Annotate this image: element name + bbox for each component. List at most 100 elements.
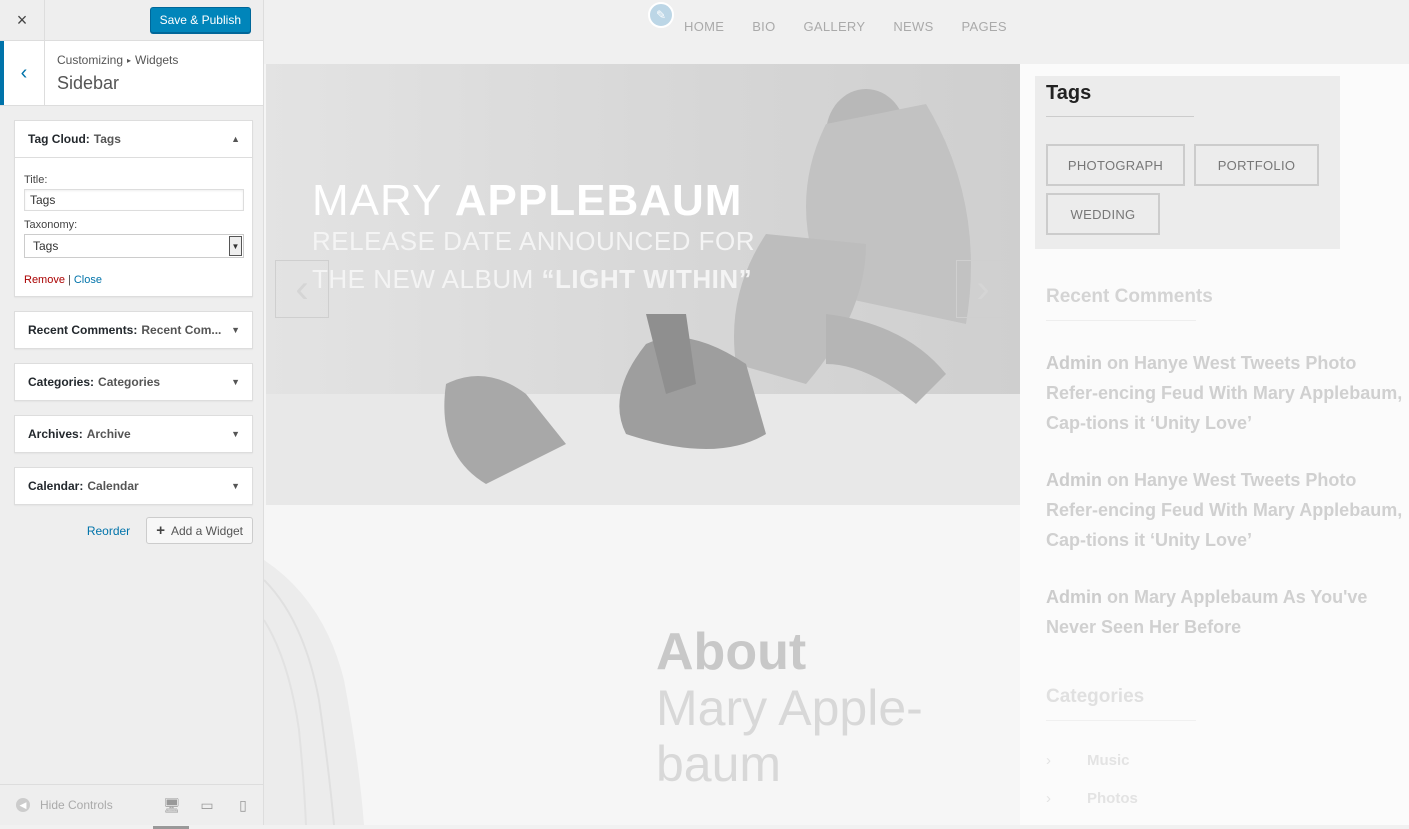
widget-type: Archives bbox=[28, 427, 79, 441]
tag-wedding[interactable]: WEDDING bbox=[1046, 193, 1160, 235]
hero-line-2: THE NEW ALBUM “LIGHT WITHIN” bbox=[312, 264, 752, 295]
nav-gallery[interactable]: GALLERY bbox=[804, 19, 866, 34]
customizer-footer: ◀ Hide Controls 🖥 ▭ ▯ bbox=[0, 784, 263, 829]
category-label: Music bbox=[1087, 752, 1130, 769]
about-portrait-image bbox=[264, 560, 364, 825]
save-publish-button[interactable]: Save & Publish bbox=[149, 7, 251, 33]
nav-pages[interactable]: PAGES bbox=[962, 19, 1007, 34]
breadcrumb-separator-icon: ▸ bbox=[127, 56, 132, 65]
hero-title-bold: APPLEBAUM bbox=[454, 176, 743, 225]
widget-title: Calendar bbox=[87, 479, 139, 493]
comment-author[interactable]: Admin bbox=[1046, 587, 1102, 607]
close-icon[interactable]: × bbox=[0, 0, 45, 40]
site-preview: ✎ HOME BIO GALLERY NEWS PAGES MARY APPLE… bbox=[264, 0, 1409, 825]
hero-slider: MARY APPLEBAUM RELEASE DATE ANNOUNCED FO… bbox=[266, 64, 1020, 505]
widget-calendar[interactable]: Calendar: Calendar ▼ bbox=[14, 467, 253, 505]
widget-footer: Reorder + Add a Widget bbox=[0, 517, 253, 544]
tags-widget[interactable]: Tags PHOTOGRAPH PORTFOLIO WEDDING bbox=[1035, 76, 1340, 249]
desktop-icon[interactable]: 🖥 bbox=[153, 797, 189, 829]
category-item-music[interactable]: › Music bbox=[1046, 752, 1130, 769]
collapse-arrow-icon[interactable]: ▲ bbox=[231, 134, 240, 144]
expand-arrow-icon[interactable]: ▼ bbox=[231, 325, 240, 335]
plus-icon: + bbox=[156, 522, 165, 539]
comment-on: on bbox=[1107, 353, 1130, 373]
chevron-right-icon: › bbox=[1046, 752, 1051, 769]
back-arrow-icon[interactable]: ‹ bbox=[0, 41, 45, 105]
widget-categories[interactable]: Categories: Categories ▼ bbox=[14, 363, 253, 401]
remove-link[interactable]: Remove bbox=[24, 274, 65, 286]
hide-controls-label: Hide Controls bbox=[40, 798, 113, 812]
site-navigation: ✎ HOME BIO GALLERY NEWS PAGES bbox=[264, 0, 1409, 64]
widget-title: Tags bbox=[93, 132, 121, 146]
customizer-panel: × Save & Publish ‹ Customizing ▸ Widgets S… bbox=[0, 0, 264, 829]
widget-type: Recent Comments bbox=[28, 323, 134, 337]
hide-controls-button[interactable]: ◀ Hide Controls bbox=[16, 798, 113, 812]
taxonomy-value: Tags bbox=[33, 239, 59, 253]
taxonomy-select[interactable]: Tags ▼ bbox=[24, 234, 244, 258]
add-widget-label: Add a Widget bbox=[170, 523, 243, 538]
nav-bio[interactable]: BIO bbox=[752, 19, 775, 34]
comment-on: on bbox=[1107, 587, 1130, 607]
nav-home[interactable]: HOME bbox=[684, 19, 724, 34]
expand-arrow-icon[interactable]: ▼ bbox=[231, 481, 240, 491]
taxonomy-label: Taxonomy: bbox=[24, 219, 78, 231]
expand-arrow-icon[interactable]: ▼ bbox=[231, 429, 240, 439]
title-input[interactable] bbox=[24, 189, 244, 211]
hero-line-2-light: THE NEW ALBUM bbox=[312, 264, 534, 294]
tag-portfolio[interactable]: PORTFOLIO bbox=[1194, 144, 1319, 186]
divider bbox=[1046, 720, 1196, 721]
dropdown-arrow-icon[interactable]: ▼ bbox=[229, 236, 242, 256]
tag-photograph[interactable]: PHOTOGRAPH bbox=[1046, 144, 1185, 186]
widget-type: Tag Cloud bbox=[28, 132, 86, 146]
tags-widget-title: Tags bbox=[1046, 82, 1092, 104]
about-title: About bbox=[656, 623, 807, 681]
device-preview-toggle: 🖥 ▭ ▯ bbox=[153, 797, 251, 829]
about-subtitle: Mary Apple-baum bbox=[656, 680, 923, 792]
widget-recent-comments[interactable]: Recent Comments: Recent Com... ▼ bbox=[14, 311, 253, 349]
comment-author[interactable]: Admin bbox=[1046, 470, 1102, 490]
widget-title: Archive bbox=[86, 427, 131, 441]
widget-type: Calendar bbox=[28, 479, 80, 493]
category-item-photos[interactable]: › Photos bbox=[1046, 790, 1138, 807]
widget-archives[interactable]: Archives: Archive ▼ bbox=[14, 415, 253, 453]
hero-title: MARY APPLEBAUM bbox=[312, 176, 742, 226]
category-label: Photos bbox=[1087, 790, 1138, 807]
close-link[interactable]: Close bbox=[74, 274, 102, 286]
reorder-link[interactable]: Reorder bbox=[87, 524, 130, 538]
collapse-icon: ◀ bbox=[16, 798, 30, 812]
widget-tag-cloud: Tag Cloud: Tags ▲ Title: Taxonomy: Tags … bbox=[14, 120, 253, 297]
sidebar-preview: Tags PHOTOGRAPH PORTFOLIO WEDDING Recent… bbox=[1020, 64, 1409, 825]
breadcrumb-current: Widgets bbox=[135, 53, 179, 67]
section-title: Sidebar bbox=[57, 73, 120, 93]
hero-title-light: MARY bbox=[312, 176, 442, 225]
categories-title: Categories bbox=[1046, 686, 1145, 707]
customizer-header-bar: × Save & Publish bbox=[0, 0, 263, 41]
chevron-right-icon: › bbox=[1046, 790, 1051, 807]
comment-on: on bbox=[1107, 470, 1130, 490]
comment-item: Admin on Hanye West Tweets Photo Refer-e… bbox=[1046, 348, 1406, 438]
recent-comments-title: Recent Comments bbox=[1046, 286, 1213, 307]
tablet-icon[interactable]: ▭ bbox=[199, 797, 215, 814]
hero-line-1: RELEASE DATE ANNOUNCED FOR bbox=[312, 226, 756, 256]
widget-title: Categories bbox=[98, 375, 161, 389]
widget-type: Categories bbox=[28, 375, 91, 389]
widget-tag-cloud-form: Title: Taxonomy: Tags ▼ Remove|Close bbox=[15, 157, 252, 296]
action-divider: | bbox=[67, 274, 71, 286]
comment-author[interactable]: Admin bbox=[1046, 353, 1102, 373]
nav-news[interactable]: NEWS bbox=[893, 19, 933, 34]
comment-item: Admin on Mary Applebaum As You've Never … bbox=[1046, 582, 1406, 642]
section-header: ‹ Customizing ▸ Widgets Sidebar bbox=[0, 41, 263, 106]
widget-title: Recent Com... bbox=[141, 323, 222, 337]
widget-tag-cloud-header[interactable]: Tag Cloud: Tags ▲ bbox=[15, 121, 252, 157]
hero-line-2-bold: “LIGHT WITHIN” bbox=[541, 264, 753, 294]
slider-next-icon[interactable]: › bbox=[956, 260, 1010, 318]
expand-arrow-icon[interactable]: ▼ bbox=[231, 377, 240, 387]
mobile-icon[interactable]: ▯ bbox=[235, 797, 251, 814]
edit-shortcut-pencil-icon[interactable]: ✎ bbox=[648, 2, 674, 28]
add-widget-button[interactable]: + Add a Widget bbox=[146, 517, 253, 544]
breadcrumb: Customizing ▸ Widgets bbox=[57, 53, 178, 67]
breadcrumb-root: Customizing bbox=[57, 53, 124, 67]
comment-item: Admin on Hanye West Tweets Photo Refer-e… bbox=[1046, 465, 1406, 555]
slider-prev-icon[interactable]: ‹ bbox=[275, 260, 329, 318]
widget-colon: : bbox=[85, 132, 90, 146]
